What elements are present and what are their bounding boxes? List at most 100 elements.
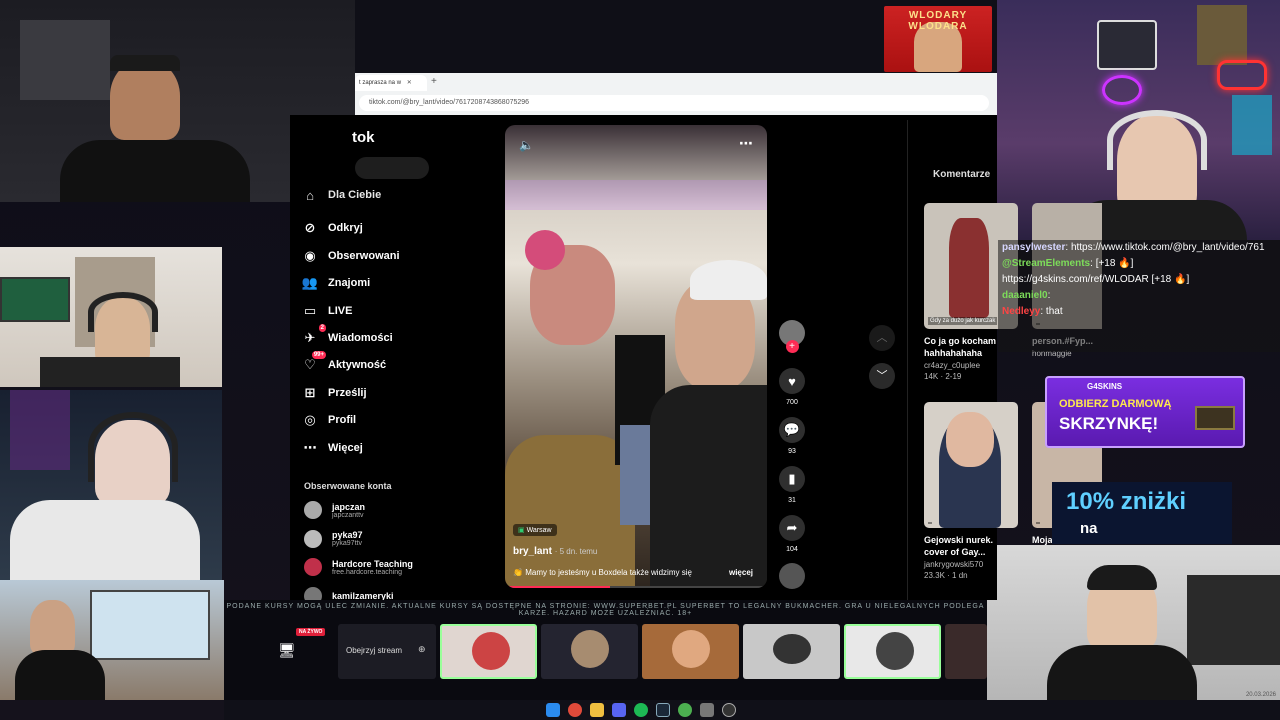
- watch-stream-tile[interactable]: Obejrzyj stream ⊕: [338, 624, 436, 679]
- popout-icon[interactable]: ⊕: [418, 644, 426, 655]
- followed-account[interactable]: japczan japczanttv: [304, 501, 365, 519]
- chrome-icon[interactable]: [568, 703, 582, 717]
- obs-icon[interactable]: [722, 703, 736, 717]
- stream-tile[interactable]: [642, 624, 739, 679]
- sidebar-item-friends[interactable]: 👥 Znajomi: [302, 275, 370, 291]
- sound-disc[interactable]: [779, 563, 805, 589]
- account-name: Hardcore Teaching: [332, 558, 413, 569]
- card-stats: 23.3K · 1 dn: [924, 571, 968, 580]
- disclaimer-ticker: PODANE KURSY MOGĄ ULEC ZMIANIE. AKTUALNE…: [226, 603, 985, 617]
- tiktok-logo[interactable]: tok: [352, 129, 375, 146]
- location-pin-icon: ▣: [518, 527, 525, 534]
- followed-account[interactable]: Hardcore Teaching free.hardcore.teaching: [304, 558, 413, 576]
- search-input[interactable]: [355, 157, 429, 179]
- account-handle: free.hardcore.teaching: [332, 568, 403, 576]
- upload-icon: ⊞: [304, 384, 316, 400]
- sidebar-item-home[interactable]: ⌂ Dla Ciebie: [302, 187, 381, 203]
- folder-icon[interactable]: [590, 703, 604, 717]
- video-author[interactable]: bry_lant: [513, 546, 552, 557]
- stream-strip: PODANE KURSY MOGĄ ULEC ZMIANIE. AKTUALNE…: [224, 600, 987, 700]
- spotify-icon[interactable]: [634, 703, 648, 717]
- live-icon: ▭: [303, 302, 317, 318]
- app-icon[interactable]: [700, 703, 714, 717]
- share-count: 104: [786, 546, 798, 553]
- close-icon[interactable]: ✕: [407, 80, 412, 86]
- follow-plus-icon[interactable]: +: [785, 340, 799, 353]
- followed-account[interactable]: pyka97 pyka97ttv: [304, 529, 363, 548]
- bookmark-icon: ▮: [779, 466, 805, 492]
- sidebar-item-compass[interactable]: ⊘ Odkryj: [302, 220, 363, 236]
- notification-badge: 2: [318, 324, 326, 332]
- steam-icon[interactable]: [656, 703, 670, 717]
- stream-tile[interactable]: [844, 624, 941, 679]
- recommendation-card[interactable]: Gejowski nurek. cover of Gay... jankrygow…: [924, 402, 1018, 580]
- more-options-icon[interactable]: ⋯: [739, 135, 753, 152]
- sidebar-item-messages[interactable]: ✈ 2 Wiadomości: [302, 324, 393, 346]
- tab-title: t zaprasza na w: [359, 80, 402, 86]
- chat-username[interactable]: Nedleyy: [1002, 306, 1040, 317]
- stream-tile-live[interactable]: 🖥 NA ŻYWO: [238, 624, 335, 679]
- watch-stream-label: Obejrzyj stream: [346, 646, 403, 655]
- chat-message: https://g4skins.com/ref/WLODAR [+18 🔥]: [998, 272, 1280, 288]
- avatar: [304, 558, 322, 576]
- promo-box[interactable]: G4SKINS ODBIERZ DARMOWĄ SKRZYNKĘ!: [1045, 376, 1245, 448]
- location-badge[interactable]: ▣ Warsaw: [513, 524, 557, 536]
- account-handle: japczanttv: [332, 511, 364, 519]
- location-text: Warsaw: [526, 527, 552, 534]
- sidebar-item-following[interactable]: ◉ Obserwowani: [302, 247, 399, 264]
- like-button[interactable]: ♥ 700: [779, 368, 805, 406]
- sidebar-item-label: Prześlij: [328, 386, 367, 399]
- save-button[interactable]: ▮ 31: [779, 466, 805, 504]
- share-icon: ➦: [779, 515, 805, 541]
- hand-emoji-icon: 👏: [513, 568, 523, 577]
- comment-button[interactable]: 💬 93: [779, 417, 805, 455]
- account-handle: pyka97ttv: [332, 540, 362, 547]
- browser-tab[interactable]: t zaprasza na w ✕: [355, 75, 427, 91]
- messages-icon: ✈ 2: [304, 324, 326, 345]
- video-age: 5 dn. temu: [559, 547, 598, 556]
- chat-overlay: pansylwester: https://www.tiktok.com/@br…: [998, 240, 1280, 352]
- sidebar-item-activity[interactable]: ♡ 99+ Aktywność: [302, 351, 387, 373]
- tab-comments[interactable]: Komentarze: [933, 169, 990, 180]
- video-player[interactable]: 🔈 ⋯ ▣ Warsaw bry_lant · 5 dn. temu 👏 Mam…: [505, 125, 767, 588]
- chevron-down-icon[interactable]: ﹀: [869, 363, 895, 389]
- sidebar-item-profile[interactable]: ◎ Profil: [302, 412, 356, 428]
- chat-username[interactable]: @StreamElements: [1002, 258, 1090, 269]
- promo-line1: ODBIERZ DARMOWĄ: [1059, 398, 1172, 410]
- chrome-icon[interactable]: [678, 703, 692, 717]
- sidebar-item-live[interactable]: ▭ LIVE: [302, 302, 353, 319]
- volume-icon[interactable]: 🔈: [519, 138, 534, 152]
- wall-banner: WLODARY WLODARA: [884, 6, 992, 72]
- new-tab-icon[interactable]: +: [431, 76, 437, 87]
- address-bar[interactable]: tiktok.com/@bry_lant/video/7617208743868…: [359, 95, 989, 111]
- discord-icon[interactable]: [612, 703, 626, 717]
- home-icon: ⌂: [306, 187, 314, 203]
- stream-tile[interactable]: [945, 624, 987, 679]
- compass-icon: ⊘: [304, 220, 316, 236]
- stream-tile[interactable]: [541, 624, 638, 679]
- author-avatar[interactable]: +: [779, 320, 805, 353]
- card-stats: 14K · 2-19: [924, 372, 962, 381]
- chat-username[interactable]: pansylwester: [1002, 242, 1065, 253]
- progress-bar[interactable]: [505, 586, 767, 588]
- chat-text: https://www.tiktok.com/@bry_lant/video/7…: [1070, 242, 1265, 253]
- discount-banner: 10% zniżki na: [1052, 482, 1232, 544]
- chat-text: that: [1045, 306, 1063, 317]
- like-count: 700: [786, 399, 798, 406]
- account-name: kamilzameryki: [332, 590, 394, 601]
- stream-tile[interactable]: [743, 624, 840, 679]
- windows-start-icon[interactable]: [546, 703, 560, 717]
- banner-text: WLODARY WLODARA: [908, 10, 968, 32]
- sidebar-item-label: Aktywność: [328, 359, 387, 372]
- chat-message: @StreamElements: [+18 🔥]: [1002, 258, 1134, 269]
- sidebar-item-upload[interactable]: ⊞ Prześlij: [302, 385, 367, 401]
- sidebar-item-more[interactable]: ⋯ Więcej: [302, 440, 363, 456]
- share-button[interactable]: ➦ 104: [779, 515, 805, 553]
- stream-tile[interactable]: [440, 624, 537, 679]
- chat-username[interactable]: daaaniel0: [1002, 290, 1048, 301]
- chevron-up-icon[interactable]: ︿: [869, 325, 895, 351]
- more-link[interactable]: więcej: [729, 568, 753, 577]
- followed-title: Obserwowane konta: [304, 481, 392, 491]
- browser-chrome: t zaprasza na w ✕ + tiktok.com/@bry_lant…: [355, 73, 997, 115]
- following-icon: ◉: [304, 247, 316, 263]
